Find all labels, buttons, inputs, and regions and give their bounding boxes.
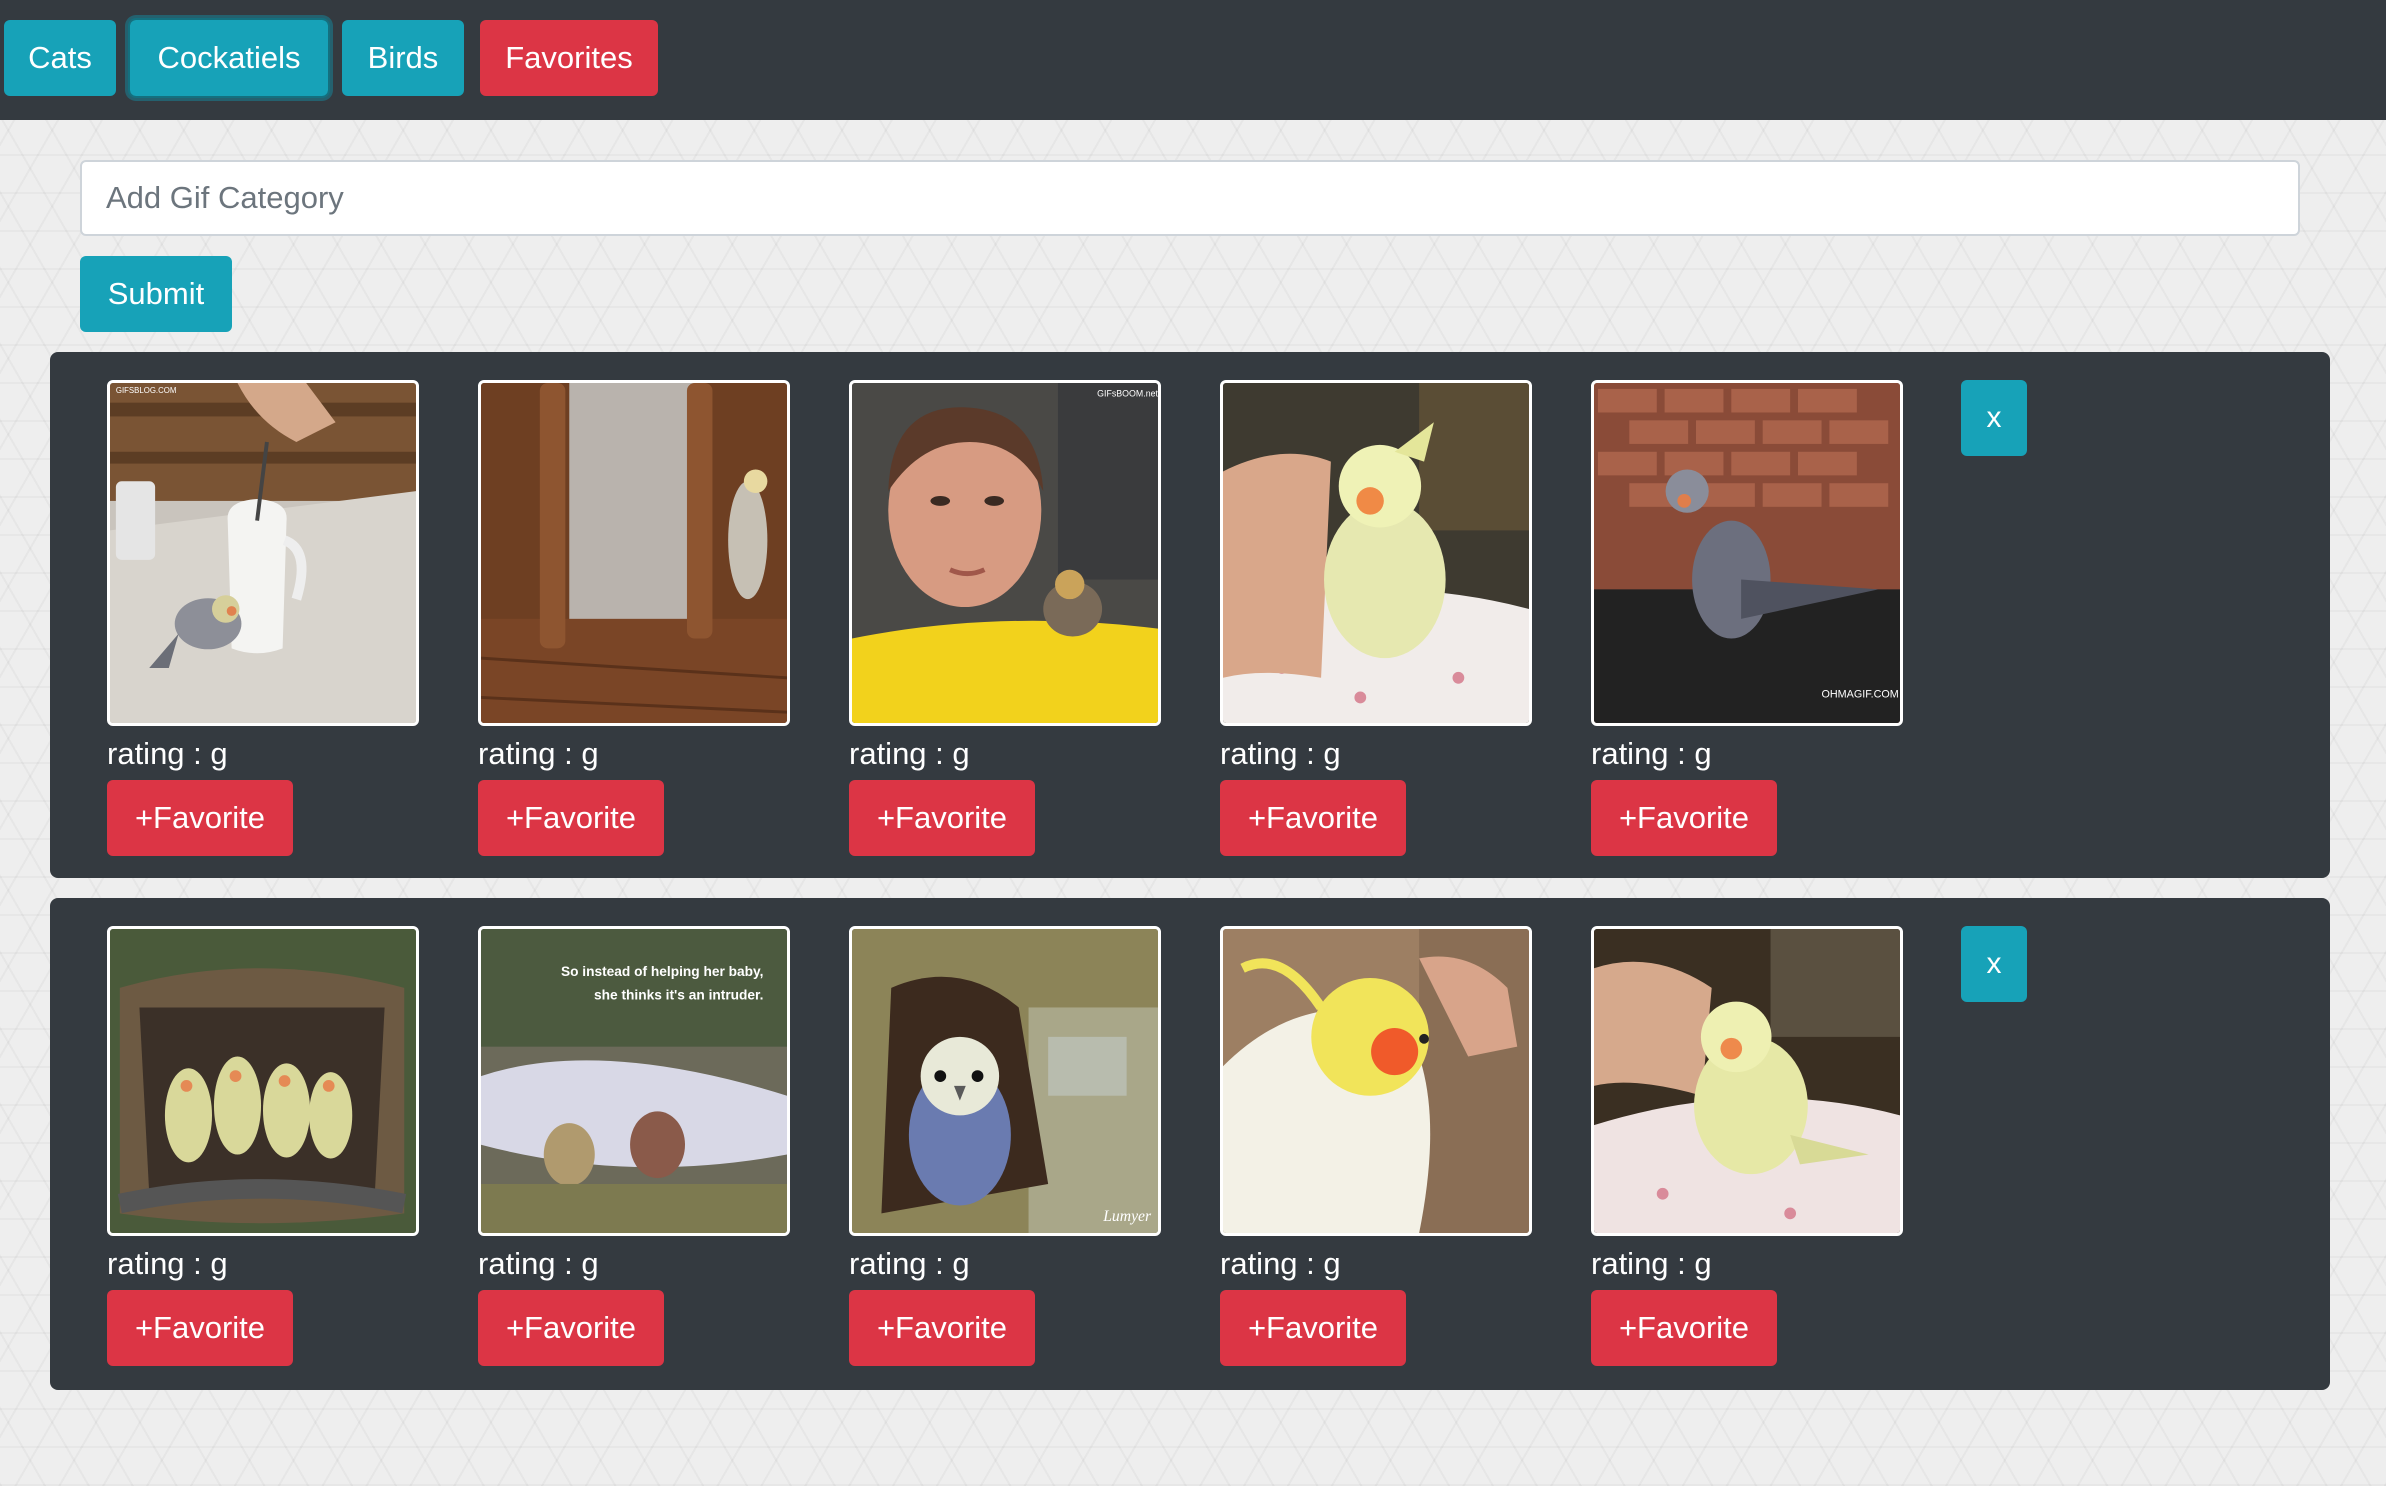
gif-image[interactable] [107, 926, 419, 1236]
gif-image[interactable]: So instead of helping her baby, she thin… [478, 926, 790, 1236]
favorite-button[interactable]: +Favorite [1591, 780, 1777, 856]
gif-card: GIFsBOOM.net rating : g +Favorite [849, 380, 1161, 856]
nav-favorites-button[interactable]: Favorites [480, 20, 658, 96]
gif-watermark: OHMAGIF.COM [1822, 688, 1899, 700]
favorite-button[interactable]: +Favorite [478, 1290, 664, 1366]
gif-watermark: GIFSBLOG.COM [116, 386, 177, 395]
favorite-button[interactable]: +Favorite [849, 780, 1035, 856]
gif-image[interactable] [1591, 926, 1903, 1236]
nav-cats-button[interactable]: Cats [4, 20, 116, 96]
favorite-button[interactable]: +Favorite [107, 1290, 293, 1366]
gif-image[interactable] [1220, 380, 1532, 726]
favorite-button[interactable]: +Favorite [849, 1290, 1035, 1366]
gif-rating: rating : g [1220, 736, 1341, 771]
gif-card: So instead of helping her baby, she thin… [478, 926, 790, 1366]
gif-watermark: GIFsBOOM.net [1097, 389, 1158, 399]
gif-rating: rating : g [849, 736, 970, 771]
favorite-button[interactable]: +Favorite [107, 780, 293, 856]
category-input[interactable] [80, 160, 2300, 236]
gif-rating: rating : g [107, 1246, 228, 1281]
gif-image[interactable]: Lumyer [849, 926, 1161, 1236]
gif-rating: rating : g [1591, 1246, 1712, 1281]
gif-panel-cockatiels-1: GIFSBLOG.COM rating : g +Favorite rating… [50, 352, 2330, 878]
top-navbar: Cats Cockatiels Birds Favorites [0, 0, 2386, 120]
favorite-button[interactable]: +Favorite [478, 780, 664, 856]
gif-card: GIFSBLOG.COM rating : g +Favorite [107, 380, 419, 856]
gif-card: rating : g +Favorite [1591, 926, 1903, 1366]
gif-panel-cockatiels-2: rating : g +Favorite So instead of helpi… [50, 898, 2330, 1390]
gif-caption-line1: So instead of helping her baby, [561, 964, 764, 979]
gif-watermark: Lumyer [1102, 1208, 1152, 1225]
gif-image[interactable]: GIFsBOOM.net [849, 380, 1161, 726]
close-panel-button[interactable]: x [1961, 926, 2027, 1002]
favorite-button[interactable]: +Favorite [1220, 780, 1406, 856]
gif-image[interactable]: OHMAGIF.COM [1591, 380, 1903, 726]
nav-birds-button[interactable]: Birds [342, 20, 464, 96]
gif-card: Lumyer rating : g +Favorite [849, 926, 1161, 1366]
nav-cockatiels-button[interactable]: Cockatiels [128, 18, 330, 98]
favorite-button[interactable]: +Favorite [1220, 1290, 1406, 1366]
close-panel-button[interactable]: x [1961, 380, 2027, 456]
gif-rating: rating : g [478, 736, 599, 771]
gif-image[interactable] [478, 380, 790, 726]
gif-image[interactable] [1220, 926, 1532, 1236]
submit-button[interactable]: Submit [80, 256, 232, 332]
gif-card: OHMAGIF.COM rating : g +Favorite [1591, 380, 1903, 856]
gif-card: rating : g +Favorite [107, 926, 419, 1366]
gif-rating: rating : g [107, 736, 228, 771]
gif-card: rating : g +Favorite [478, 380, 790, 856]
gif-card: rating : g +Favorite [1220, 926, 1532, 1366]
gif-image[interactable]: GIFSBLOG.COM [107, 380, 419, 726]
gif-rating: rating : g [1220, 1246, 1341, 1281]
gif-rating: rating : g [1591, 736, 1712, 771]
favorite-button[interactable]: +Favorite [1591, 1290, 1777, 1366]
gif-caption-line2: she thinks it's an intruder. [594, 988, 763, 1003]
gif-card: rating : g +Favorite [1220, 380, 1532, 856]
gif-rating: rating : g [849, 1246, 970, 1281]
gif-rating: rating : g [478, 1246, 599, 1281]
